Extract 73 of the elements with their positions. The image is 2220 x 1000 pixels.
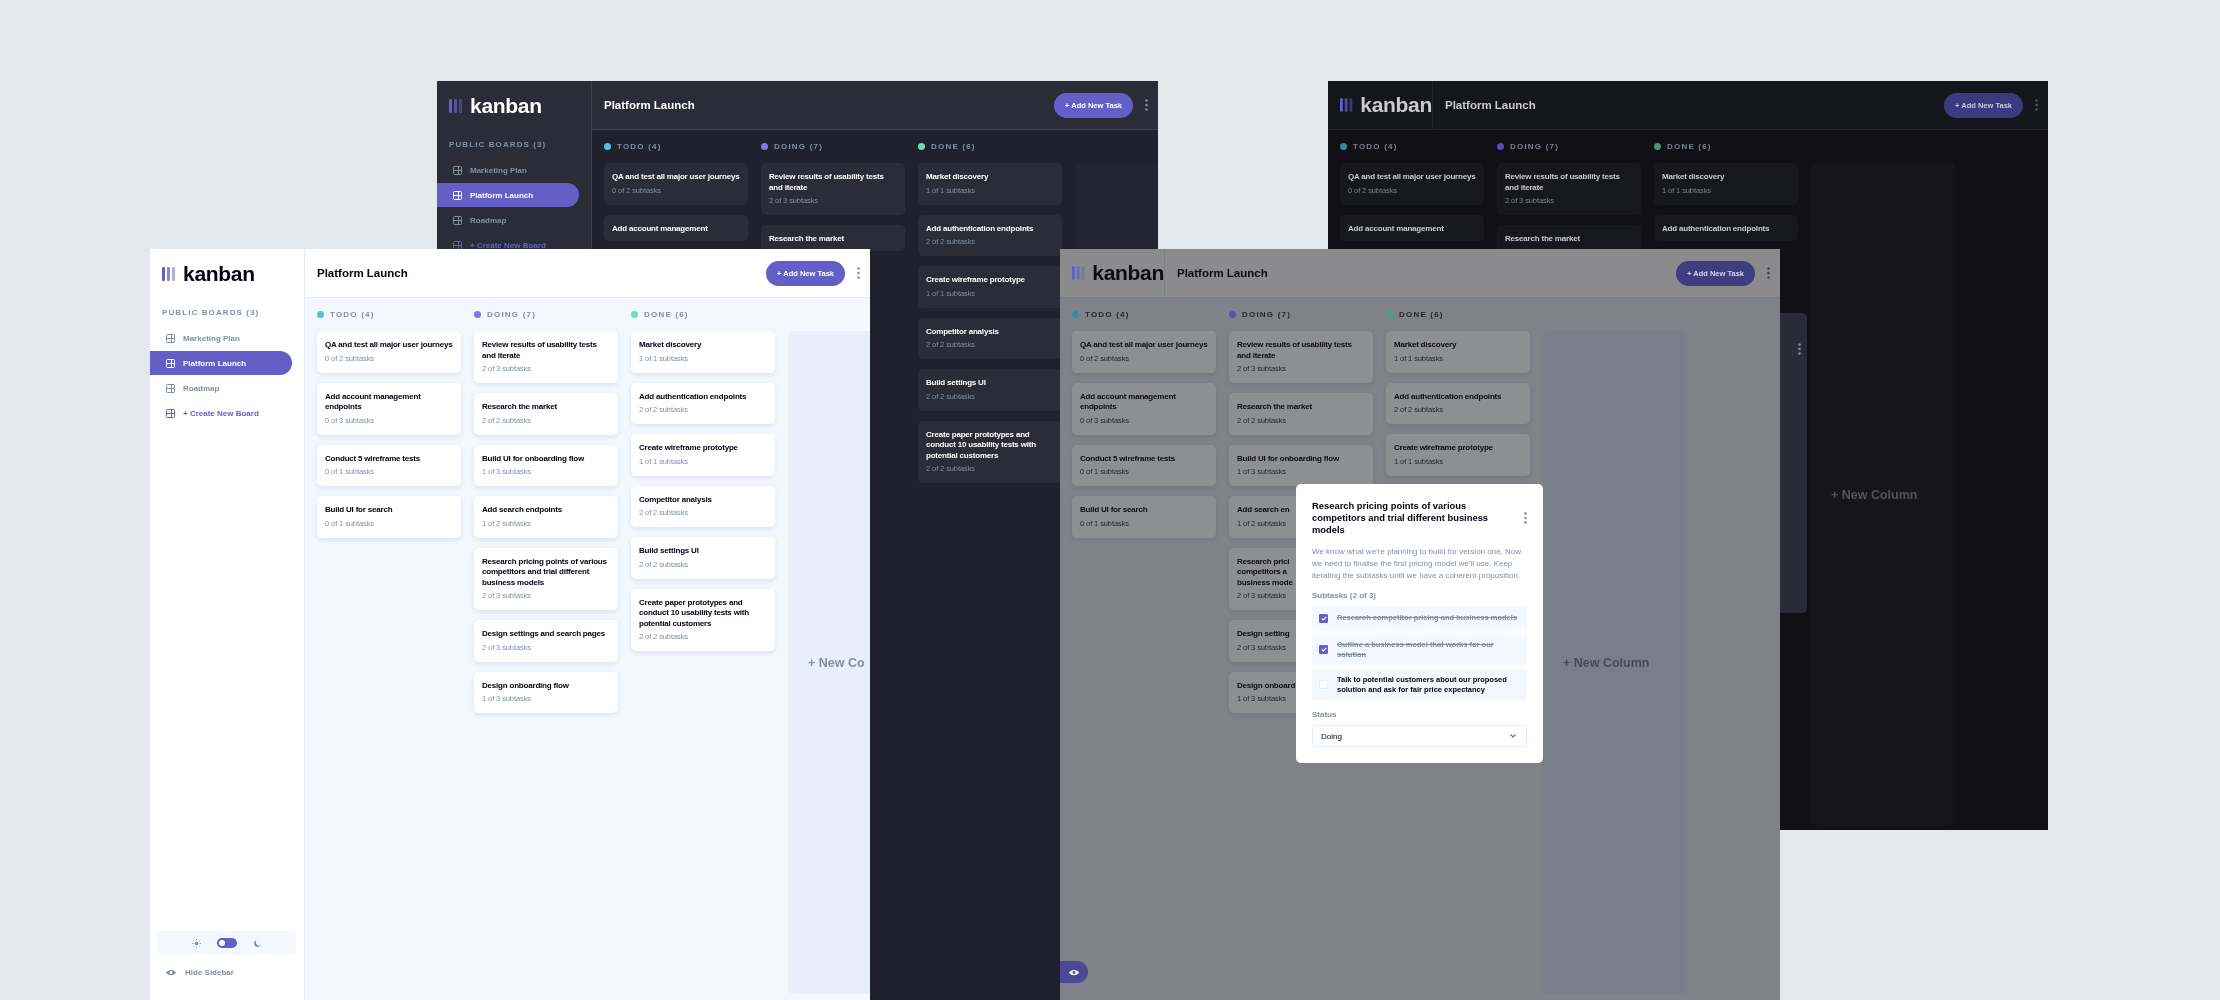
column-heading: TODO (4) bbox=[1085, 309, 1130, 319]
task-title: Conduct 5 wireframe tests bbox=[1080, 453, 1176, 464]
task-description: We know what we're planning to build for version one. Now we need to finalise the first pricing model we'll use. Keep iterating the subtasks until we have a coherent proposition. bbox=[1312, 546, 1523, 582]
task-title: Create wireframe prototype bbox=[639, 443, 738, 454]
task-title: QA and test all major user journeys bbox=[1080, 340, 1208, 351]
task-title: Market discovery bbox=[926, 172, 989, 183]
boards-heading: PUBLIC BOARDS (3) bbox=[449, 140, 548, 149]
app-logo-text: kanban bbox=[1092, 261, 1164, 285]
task-title: Research the market bbox=[1505, 234, 1580, 245]
column-heading: TODO (4) bbox=[617, 141, 662, 151]
column-heading: DOING (7) bbox=[1242, 309, 1292, 319]
column-heading: DOING (7) bbox=[1510, 141, 1560, 151]
column-heading: DOING (7) bbox=[487, 309, 537, 319]
column-heading: TODO (4) bbox=[330, 309, 375, 319]
subtasks-label: Subtasks (2 of 3) bbox=[1312, 591, 1377, 600]
task-title: Design onboarding flow bbox=[482, 680, 569, 691]
column-heading: DONE (6) bbox=[1667, 141, 1712, 151]
task-title: Create wireframe prototype bbox=[1394, 443, 1493, 454]
task-title: Design onboard bbox=[1237, 680, 1296, 691]
task-title: QA and test all major user journeys bbox=[612, 172, 740, 183]
board-title: Platform Launch bbox=[1177, 267, 1269, 279]
task-title: Market discovery bbox=[639, 340, 702, 351]
app-logo-text: kanban bbox=[470, 93, 542, 118]
task-title: Create paper prototypes and conduct 10 usability tests with potential customers bbox=[639, 597, 750, 629]
task-title: Add authentication endpoints bbox=[1662, 223, 1770, 234]
column-heading: TODO (4) bbox=[1353, 141, 1398, 151]
task-title: Research the market bbox=[769, 234, 844, 245]
task-title: Build UI for search bbox=[325, 505, 393, 516]
task-title: Add authentication endpoints bbox=[926, 223, 1034, 234]
column-heading: DOING (7) bbox=[774, 141, 824, 151]
task-title: Design setting bbox=[1237, 629, 1290, 640]
task-title: Add authentication endpoints bbox=[1394, 391, 1502, 402]
task-title: Competitor analysis bbox=[926, 326, 999, 337]
task-title: Review results of usability tests and iterate bbox=[482, 340, 598, 361]
task-title: Review results of usability tests and iterate bbox=[1237, 340, 1353, 361]
app-logo-text: kanban bbox=[183, 261, 255, 286]
task-title: Build UI for search bbox=[1080, 505, 1148, 516]
task-title: Market discovery bbox=[1394, 340, 1457, 351]
task-title: QA and test all major user journeys bbox=[325, 340, 453, 351]
task-title: Build settings UI bbox=[926, 378, 986, 389]
task-title: Add search endpoints bbox=[482, 505, 562, 516]
task-title: Add account management bbox=[612, 223, 708, 234]
column-heading: DONE (6) bbox=[1399, 309, 1444, 319]
task-title: Competitor analysis bbox=[639, 494, 712, 505]
task-title: QA and test all major user journeys bbox=[1348, 172, 1476, 183]
column-heading: DONE (6) bbox=[644, 309, 689, 319]
task-title: Review results of usability tests and iterate bbox=[1505, 172, 1621, 193]
task-title: Add authentication endpoints bbox=[639, 391, 747, 402]
board-title: Platform Launch bbox=[317, 267, 409, 279]
task-title: Build settings UI bbox=[639, 546, 699, 557]
boards-heading: PUBLIC BOARDS (3) bbox=[162, 308, 261, 317]
task-title: Add account management endpoints bbox=[1080, 391, 1177, 413]
task-title: Build UI for onboarding flow bbox=[482, 453, 584, 464]
task-title: Conduct 5 wireframe tests bbox=[325, 453, 421, 464]
task-title: Add account management bbox=[1348, 223, 1444, 234]
task-title: Research the market bbox=[1237, 402, 1312, 413]
column-heading: DONE (6) bbox=[931, 141, 976, 151]
task-title: Design settings and search pages bbox=[482, 629, 605, 640]
app-logo-text: kanban bbox=[1360, 93, 1432, 117]
board-title: Platform Launch bbox=[604, 99, 696, 111]
task-title: Add search en bbox=[1237, 505, 1290, 516]
task-title: Research prici competitors a business mode bbox=[1237, 556, 1293, 588]
status-label: Status bbox=[1312, 710, 1338, 719]
board-title: Platform Launch bbox=[1445, 99, 1537, 111]
task-title: Market discovery bbox=[1662, 172, 1725, 183]
task-title: Build UI for onboarding flow bbox=[1237, 453, 1339, 464]
task-title: Research the market bbox=[482, 402, 557, 413]
task-title: Add account management endpoints bbox=[325, 391, 422, 413]
task-title: Create wireframe prototype bbox=[926, 275, 1025, 286]
task-title: Research pricing points of various competitors and trial different business models bbox=[482, 556, 608, 588]
dialog-title: Research pricing points of various competitors and trial different business models bbox=[1312, 500, 1490, 536]
task-title: Create paper prototypes and conduct 10 usability tests with potential customers bbox=[926, 429, 1037, 461]
task-title: Review results of usability tests and iterate bbox=[769, 172, 885, 193]
